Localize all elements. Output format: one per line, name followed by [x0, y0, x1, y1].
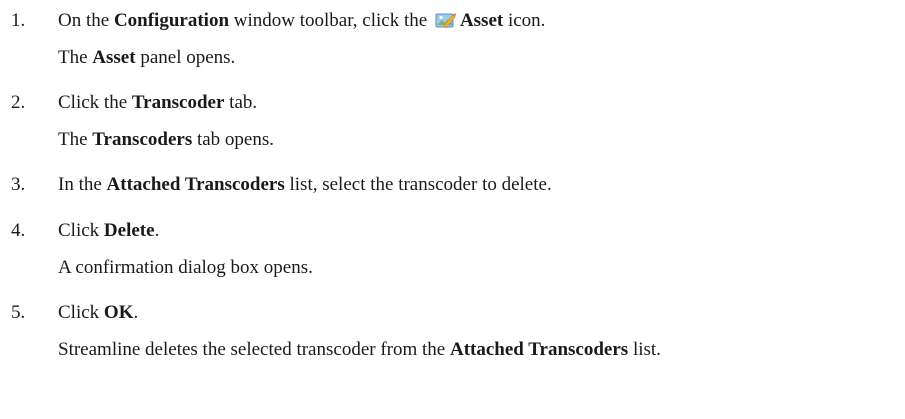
step-5-result: Streamline deletes the selected transcod…	[58, 339, 661, 360]
asset-icon	[435, 13, 456, 29]
step-number: 1.	[11, 10, 26, 31]
step-number: 4.	[11, 220, 26, 241]
step-instruction: Click OK.	[58, 302, 139, 323]
step-number: 5.	[11, 302, 26, 323]
step-2-result: The Transcoders tab opens.	[58, 129, 275, 150]
step-instruction: Click Delete.	[58, 220, 160, 241]
step-number: 3.	[11, 174, 26, 195]
step-instruction: On the Configuration window toolbar, cli…	[58, 10, 546, 31]
step-4-result: A confirmation dialog box opens.	[58, 257, 313, 278]
step-instruction: In the Attached Transcoders list, select…	[58, 174, 552, 195]
step-instruction: Click the Transcoder tab.	[58, 92, 258, 113]
step-number: 2.	[11, 92, 26, 113]
step-1-result: The Asset panel opens.	[58, 47, 236, 68]
